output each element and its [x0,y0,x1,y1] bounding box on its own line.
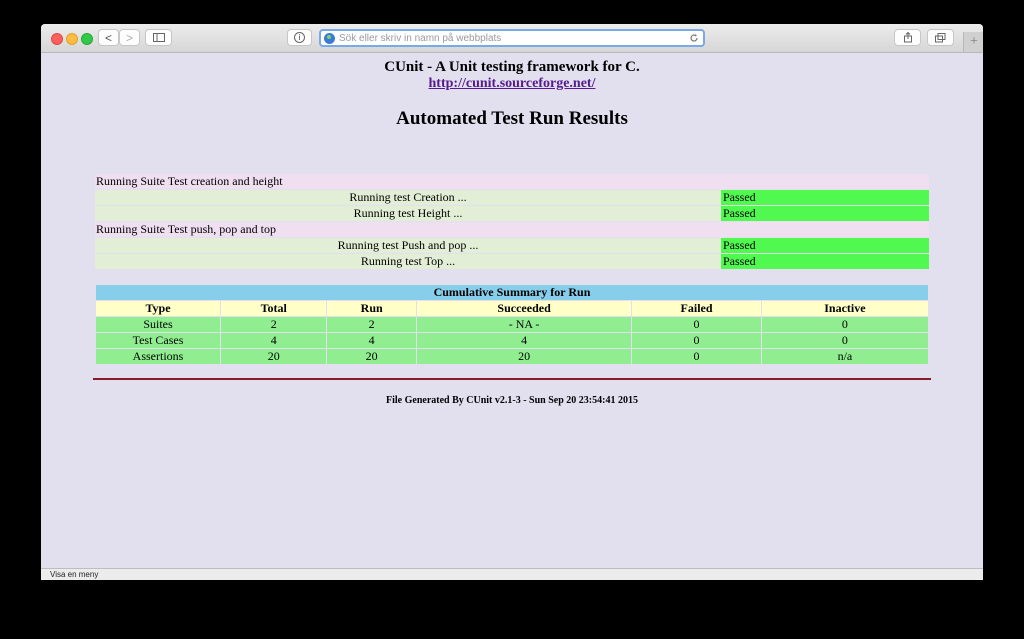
test-row: Running test Push and pop ... Passed [95,238,929,253]
page-header: CUnit - A Unit testing framework for C. [384,59,640,75]
table-cell: Assertions [96,349,220,364]
table-row: Suites 2 2 - NA - 0 0 [96,317,928,332]
table-cell: 0 [632,349,761,364]
table-cell: 4 [327,333,416,348]
col-header-failed: Failed [632,301,761,316]
sidebar-icon [152,33,165,42]
test-result: Passed [721,190,929,205]
table-row: Test Cases 4 4 4 0 0 [96,333,928,348]
table-cell: Test Cases [96,333,220,348]
table-cell: 4 [416,333,632,348]
toolbar: < > i Sök eller skriv in namn på webbpla… [41,24,983,53]
table-cell: 0 [761,333,928,348]
generated-footer: File Generated By CUnit v2.1-3 - Sun Sep… [386,395,638,406]
horizontal-rule [93,378,931,380]
table-cell: 20 [327,349,416,364]
table-cell: 20 [416,349,632,364]
test-result: Passed [721,238,929,253]
share-button[interactable] [894,29,921,46]
col-header-inactive: Inactive [761,301,928,316]
suite-label: Running Suite Test push, pop and top [95,222,929,237]
forward-button[interactable]: > [119,29,140,46]
close-window-button[interactable] [51,33,63,45]
table-row: Assertions 20 20 20 0 n/a [96,349,928,364]
back-button[interactable]: < [98,29,119,46]
table-cell: 2 [327,317,416,332]
browser-window: < > i Sök eller skriv in namn på webbpla… [41,24,983,580]
sidebar-button[interactable] [145,29,172,46]
share-icon [903,32,912,43]
col-header-type: Type [96,301,220,316]
plus-icon: + [970,34,978,49]
address-placeholder: Sök eller skriv in namn på webbplats [339,32,502,44]
table-cell: 0 [632,333,761,348]
summary-header-row: Type Total Run Succeeded Failed Inactive [96,301,928,316]
new-tab-button[interactable]: + [963,32,983,52]
chevron-right-icon: > [125,30,133,45]
page-content: CUnit - A Unit testing framework for C. … [41,53,983,406]
project-link-container: http://cunit.sourceforge.net/ [41,76,983,92]
test-name: Running test Push and pop ... [95,238,721,253]
col-header-succeeded: Succeeded [416,301,632,316]
test-row: Running test Top ... Passed [95,254,929,269]
test-row: Running test Creation ... Passed [95,190,929,205]
tabs-overview-button[interactable] [927,29,954,46]
status-text: Visa en meny [50,570,99,579]
reload-icon[interactable] [689,33,699,43]
test-row: Running test Height ... Passed [95,206,929,221]
zoom-window-button[interactable] [81,33,93,45]
chevron-left-icon: < [104,30,112,45]
col-header-run: Run [327,301,416,316]
table-cell: 4 [221,333,327,348]
table-cell: 0 [761,317,928,332]
status-bar: Visa en meny [41,568,983,580]
test-result: Passed [721,206,929,221]
minimize-window-button[interactable] [66,33,78,45]
suite-row: Running Suite Test push, pop and top [95,222,929,237]
address-bar[interactable]: Sök eller skriv in namn på webbplats [319,29,705,47]
globe-icon [324,32,335,44]
summary-title: Cumulative Summary for Run [96,285,928,300]
tabs-icon [935,32,946,42]
col-header-total: Total [221,301,327,316]
page-title: Automated Test Run Results [396,108,628,129]
suite-row: Running Suite Test creation and height [95,174,929,189]
project-link[interactable]: http://cunit.sourceforge.net/ [429,76,596,91]
test-name: Running test Creation ... [95,190,721,205]
table-cell: n/a [761,349,928,364]
info-icon: i [294,32,305,43]
table-cell: 20 [221,349,327,364]
suite-label: Running Suite Test creation and height [95,174,929,189]
test-name: Running test Height ... [95,206,721,221]
table-cell: 0 [632,317,761,332]
reader-info-button[interactable]: i [287,29,312,46]
table-cell: 2 [221,317,327,332]
table-cell: Suites [96,317,220,332]
run-results-table: Running Suite Test creation and height R… [95,173,929,270]
test-name: Running test Top ... [95,254,721,269]
test-result: Passed [721,254,929,269]
table-cell: - NA - [416,317,632,332]
summary-table: Cumulative Summary for Run Type Total Ru… [95,284,929,365]
